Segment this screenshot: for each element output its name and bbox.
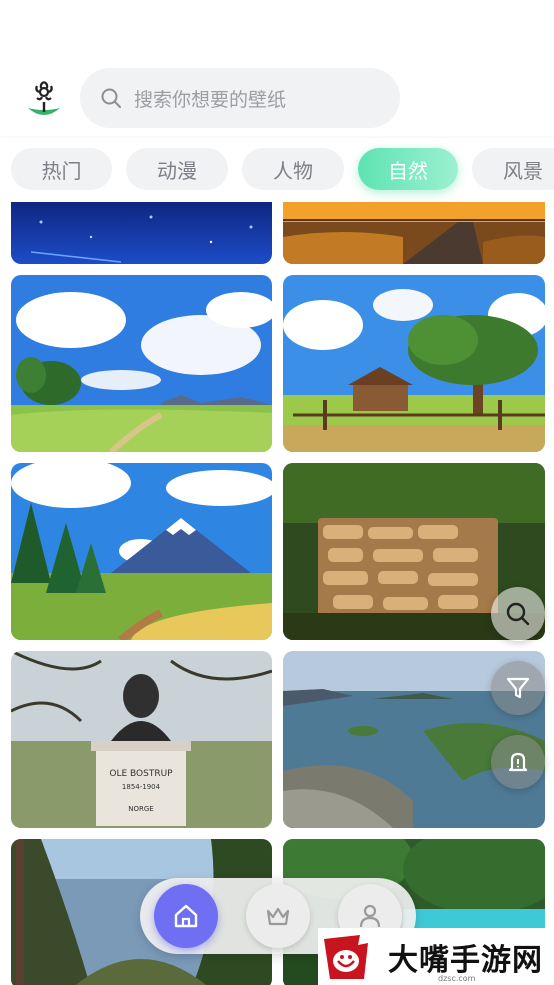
watermark-text: 大嘴手游网	[388, 942, 543, 978]
tab-nature[interactable]: 自然	[358, 148, 458, 190]
tab-scenery[interactable]: 风景	[472, 148, 554, 190]
search-icon	[506, 602, 530, 626]
watermark-url: dzsc.com	[438, 974, 476, 983]
filter-icon	[506, 677, 530, 699]
search-placeholder: 搜索你想要的壁纸	[134, 88, 287, 111]
nav-home-button[interactable]	[154, 884, 218, 948]
fab-filter[interactable]	[491, 661, 545, 715]
tab-hot[interactable]: 热门	[11, 148, 112, 190]
plaque-line1: OLE BOSTRUP	[109, 769, 173, 779]
wallpaper-grassland[interactable]	[11, 275, 272, 452]
wallpaper-bust-statue[interactable]: OLE BOSTRUP 1854-1904 NORGE	[11, 651, 272, 828]
home-icon	[174, 904, 198, 928]
wallpaper-grid: OLE BOSTRUP 1854-1904 NORGE	[0, 202, 554, 985]
plaque-line2: 1854-1904	[122, 783, 161, 791]
top-header: 搜索你想要的壁纸	[0, 0, 554, 138]
search-bar[interactable]: 搜索你想要的壁纸	[80, 68, 400, 128]
wallpaper-starry-night[interactable]	[11, 202, 272, 264]
category-tabs: 热门 动漫 人物 自然 风景	[0, 138, 554, 202]
person-icon	[359, 904, 381, 928]
site-watermark: 大嘴手游网 dzsc.com	[318, 928, 554, 985]
app-logo-flower-icon[interactable]	[24, 78, 64, 120]
bell-icon	[508, 752, 528, 772]
search-icon	[101, 88, 121, 108]
watermark-logo-icon	[324, 934, 368, 979]
crown-icon	[266, 907, 290, 926]
fab-search[interactable]	[491, 587, 545, 641]
wallpaper-snow-mountain[interactable]	[11, 463, 272, 640]
plaque-line3: NORGE	[128, 805, 153, 813]
tab-anime[interactable]: 动漫	[126, 148, 228, 190]
wallpaper-farmhouse-tree[interactable]	[283, 275, 545, 452]
fab-notification[interactable]	[491, 735, 545, 789]
nav-vip-button[interactable]	[246, 884, 310, 948]
tab-people[interactable]: 人物	[242, 148, 344, 190]
wallpaper-sunset-road[interactable]	[283, 202, 545, 264]
